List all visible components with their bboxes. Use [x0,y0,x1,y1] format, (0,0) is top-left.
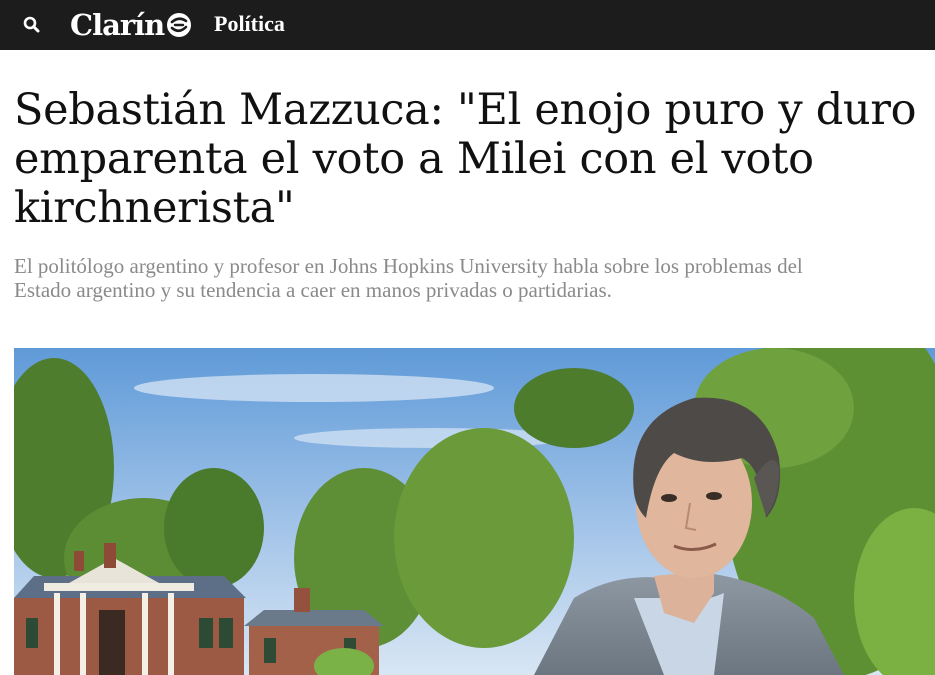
subheadline-line-1: El politólogo argentino y profesor en Jo… [14,254,803,278]
logo-text: Clarín [70,8,165,42]
section-link-politica[interactable]: Política [214,11,285,37]
article-headline: Sebastián Mazzuca: "El enojo puro y duro… [14,85,917,233]
clarin-logo-mark [167,13,192,37]
search-button[interactable] [22,15,42,35]
top-navigation-bar: Clarín Política [0,0,935,50]
search-icon [23,16,40,33]
clarin-logo[interactable]: Clarín [70,6,192,44]
hero-photo [14,348,935,675]
subheadline-line-2: Estado argentino y su tendencia a caer e… [14,278,612,302]
article-subheadline: El politólogo argentino y profesor en Jo… [14,254,935,302]
hero-image [14,348,935,675]
